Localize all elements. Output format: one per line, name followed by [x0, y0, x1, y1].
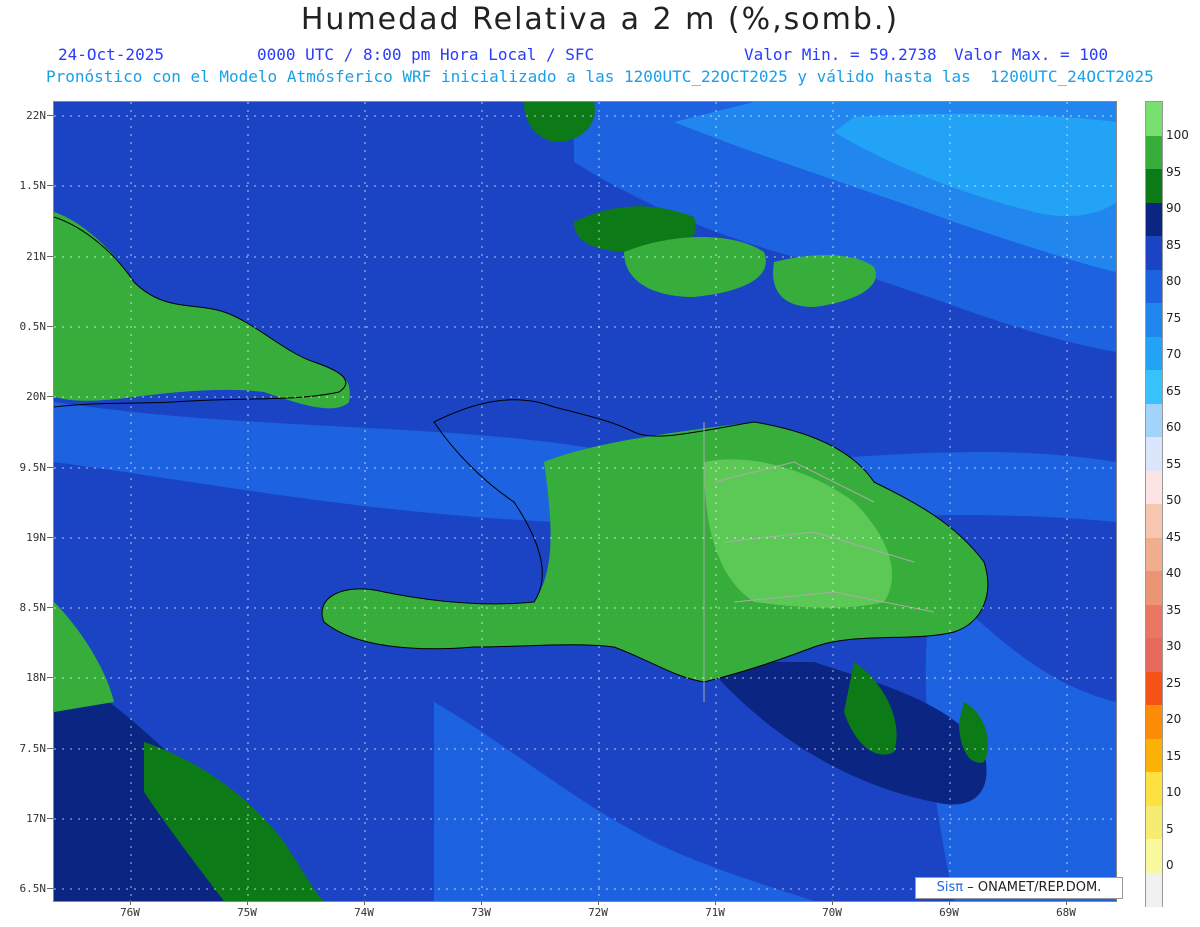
date-label: 24-Oct-2025: [58, 45, 164, 64]
legend-swatch: [1146, 336, 1162, 371]
legend-swatch: [1146, 671, 1162, 706]
legend-swatch: [1146, 403, 1162, 438]
lon-label: 76W: [120, 906, 140, 919]
legend-swatch: [1146, 805, 1162, 840]
map-title: Humedad Relativa a 2 m (%,somb.): [300, 2, 900, 37]
forecast-info-label: Pronóstico con el Modelo Atmósferico WRF…: [46, 67, 1154, 86]
legend-label: 40: [1166, 566, 1182, 580]
legend-label: 70: [1166, 347, 1182, 361]
legend-swatch: [1146, 236, 1162, 270]
credit-brand: Sisπ: [936, 880, 964, 895]
legend-label: 85: [1166, 238, 1182, 252]
legend-swatch: [1146, 738, 1162, 773]
legend-swatch: [1146, 135, 1162, 170]
lat-label: 20N: [26, 390, 46, 403]
legend-swatch: [1146, 604, 1162, 639]
legend-swatch: [1146, 470, 1162, 505]
legend-label: 75: [1166, 311, 1182, 325]
min-value-label: Valor Min. = 59.2738: [744, 45, 937, 64]
max-value-label: Valor Max. = 100: [954, 45, 1109, 64]
lat-label: 7.5N: [19, 742, 47, 755]
legend-swatch: [1146, 839, 1162, 873]
legend-swatch: [1146, 102, 1162, 136]
legend-swatch: [1146, 872, 1162, 907]
lat-label: 0.5N: [19, 320, 47, 333]
lon-label: 74W: [354, 906, 374, 919]
legend-label: 55: [1166, 457, 1182, 471]
lat-label: 21N: [26, 250, 46, 263]
legend-swatch: [1146, 370, 1162, 404]
lon-label: 72W: [588, 906, 608, 919]
legend-label: 50: [1166, 493, 1182, 507]
lat-label: 19N: [26, 531, 46, 544]
legend-label: 95: [1166, 165, 1182, 179]
legend-label: 90: [1166, 201, 1182, 215]
lon-label: 68W: [1056, 906, 1076, 919]
legend-label: 0: [1166, 858, 1174, 872]
legend-swatch: [1146, 437, 1162, 471]
legend-swatch: [1146, 202, 1162, 237]
legend-label: 65: [1166, 384, 1182, 398]
humidity-map-svg: [54, 102, 1116, 901]
credit-text: – ONAMET/REP.DOM.: [967, 880, 1102, 895]
lat-label: 22N: [26, 109, 46, 122]
lon-label: 70W: [822, 906, 842, 919]
lat-label: 8.5N: [19, 601, 47, 614]
lon-label: 71W: [705, 906, 725, 919]
legend-label: 25: [1166, 676, 1182, 690]
legend-label: 20: [1166, 712, 1182, 726]
legend-label: 35: [1166, 603, 1182, 617]
lon-label: 73W: [471, 906, 491, 919]
legend-swatch: [1146, 169, 1162, 203]
lat-label: 17N: [26, 812, 46, 825]
lat-label: 6.5N: [19, 882, 47, 895]
legend-label: 5: [1166, 822, 1174, 836]
lon-label: 75W: [237, 906, 257, 919]
legend-swatch: [1146, 537, 1162, 572]
legend-label: 100: [1166, 128, 1189, 142]
lat-label: 1.5N: [19, 179, 47, 192]
legend-swatch: [1146, 772, 1162, 806]
legend-swatch: [1146, 269, 1162, 304]
legend-label: 60: [1166, 420, 1182, 434]
lat-label: 18N: [26, 671, 46, 684]
lon-label: 69W: [939, 906, 959, 919]
legend-swatch: [1146, 705, 1162, 739]
humidity-map: [53, 101, 1117, 902]
legend-swatch: [1146, 571, 1162, 605]
legend-swatch: [1146, 638, 1162, 672]
legend-swatch: [1146, 303, 1162, 337]
color-legend: [1145, 101, 1163, 907]
legend-swatch: [1146, 504, 1162, 538]
credit-box: Sisπ – ONAMET/REP.DOM.: [915, 877, 1123, 899]
legend-label: 15: [1166, 749, 1182, 763]
legend-label: 10: [1166, 785, 1182, 799]
legend-label: 45: [1166, 530, 1182, 544]
legend-label: 30: [1166, 639, 1182, 653]
lat-label: 9.5N: [19, 461, 47, 474]
time-label: 0000 UTC / 8:00 pm Hora Local / SFC: [257, 45, 595, 64]
legend-label: 80: [1166, 274, 1182, 288]
